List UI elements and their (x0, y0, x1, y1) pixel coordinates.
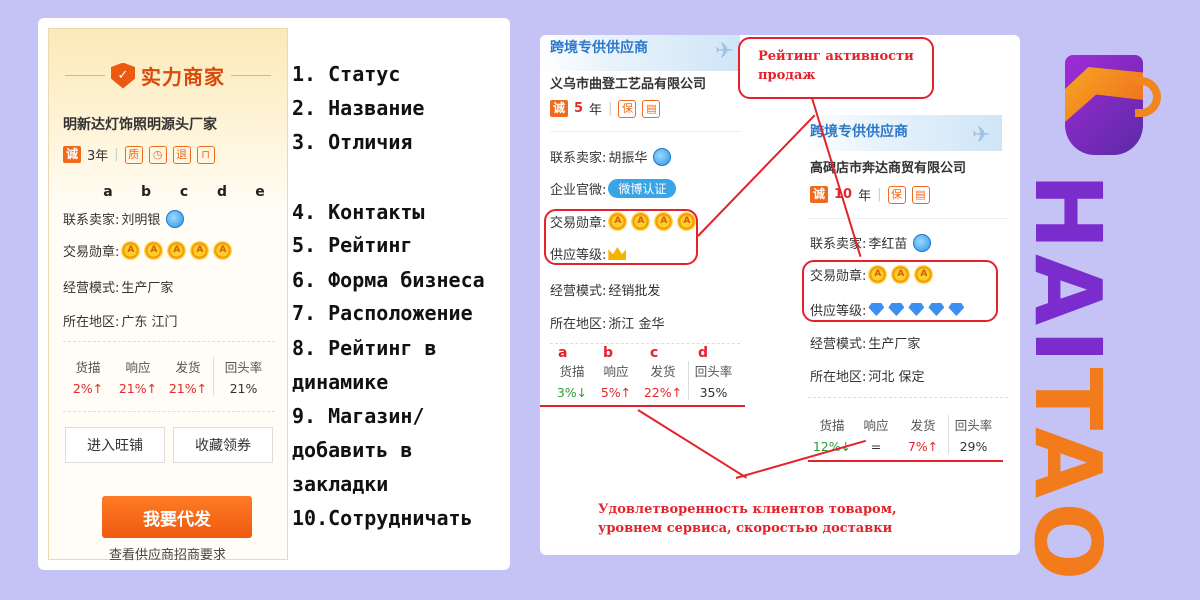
service-stats-b: 货描 3%↓ 响应 5%↑ 发货 22%↑ 回头率 35% (550, 361, 738, 400)
strength-merchant-badge: ✓ 实力商家 (49, 61, 287, 90)
legend-item: 6. Форма бизнеса (292, 268, 485, 292)
dropship-button[interactable]: 我要代发 (102, 496, 252, 538)
shield-cert-icon[interactable]: ⊓ (196, 145, 215, 164)
clock-icon[interactable]: ◷ (148, 145, 167, 164)
region-c: 所在地区: 河北 保定 (810, 370, 925, 385)
certification-row: 诚 3年 | 质 ◷ 退 ⊓ (63, 145, 215, 164)
legend-item: 3. Отличия (292, 130, 413, 154)
wangwang-chat-icon[interactable] (913, 233, 932, 252)
plane-icon: ✈ (715, 39, 734, 64)
legend-item: 4. Контакты (292, 200, 425, 224)
favorite-coupon-button[interactable]: 收藏领券 (173, 427, 273, 463)
enter-shop-button[interactable]: 进入旺铺 (65, 427, 165, 463)
years-label: 3年 (87, 149, 109, 164)
medal-icon: A (190, 241, 210, 260)
shield-icon: ✓ (111, 62, 135, 89)
region: 所在地区: 广东 江门 (63, 315, 178, 330)
company-name[interactable]: 明新达灯饰照明源头厂家 (63, 114, 217, 134)
trade-medals: 交易勋章: A A A A A (63, 241, 234, 260)
contact-seller: 联系卖家: 刘明银 (63, 209, 185, 228)
service-stats: 货描 2%↑ 响应 21%↑ 发货 21%↑ 回头率 21% (63, 357, 273, 396)
guarantee-icon[interactable]: 质 (124, 145, 143, 164)
medal-icon: A (121, 241, 141, 260)
annotation-box-medals-b (544, 209, 698, 265)
supplier-card-main: ✓ 实力商家 明新达灯饰照明源头厂家 诚 3年 | 质 ◷ 退 ⊓ a b c … (48, 28, 288, 563)
medal-icon: A (167, 241, 187, 260)
certification-row-b: 诚 5 年 | 保 ▤ (550, 99, 661, 118)
plane-icon: ✈ (972, 123, 991, 148)
legend-item: закладки (292, 472, 389, 496)
annotation-satisfaction: Удовлетворенность клиентов товаром, уров… (598, 502, 897, 536)
integrity-icon: 诚 (550, 100, 568, 117)
legend-item: 9. Магазин/ (292, 404, 425, 428)
medal-icon: A (144, 241, 164, 260)
cert-letter-labels: a b c d e (103, 184, 265, 200)
business-model-c: 经营模式: 生产厂家 (810, 337, 921, 352)
weibo-verified-badge[interactable]: 微博认证 (608, 179, 677, 198)
legend-item: 8. Рейтинг в (292, 336, 437, 360)
integrity-icon: 诚 (810, 186, 828, 203)
cross-border-header: 跨境专供供应商 (550, 40, 648, 56)
wangwang-chat-icon[interactable] (166, 209, 185, 228)
annotation-sales-activity: Рейтинг активности продаж (758, 49, 914, 83)
annotation-box-medals-c (802, 260, 998, 322)
guarantee-icon[interactable]: 保 (887, 185, 906, 204)
medal-icon: A (213, 241, 233, 260)
return-icon[interactable]: 退 (172, 145, 191, 164)
business-model-b: 经营模式: 经销批发 (550, 284, 661, 299)
supplier-requirements-link[interactable]: 查看供应商招商要求 (109, 544, 226, 563)
left-panel: ✓ 实力商家 明新达灯饰照明源头厂家 诚 3年 | 质 ◷ 退 ⊓ a b c … (38, 18, 510, 570)
legend-item: 5. Рейтинг (292, 233, 413, 257)
legend-item: 10.Сотрудничать (292, 506, 473, 530)
legend-item: 2. Название (292, 96, 425, 120)
right-panel: 跨境专供供应商 ✈ 义乌市曲登工艺品有限公司 诚 5 年 | 保 ▤ 联系卖家:… (540, 35, 1020, 555)
guarantee-icon[interactable]: 保 (618, 99, 637, 118)
contact-seller-c: 联系卖家: 李红苗 (810, 233, 932, 252)
legend-item: 7. Расположение (292, 301, 473, 325)
report-icon[interactable]: ▤ (642, 99, 661, 118)
legend-item: добавить в (292, 438, 413, 462)
official-weibo-b: 企业官微: 微博认证 (550, 179, 677, 198)
contact-seller-b: 联系卖家: 胡振华 (550, 147, 672, 166)
legend-item: динамике (292, 370, 389, 394)
region-b: 所在地区: 浙江 金华 (550, 317, 665, 332)
business-model: 经营模式: 生产厂家 (63, 281, 174, 296)
haitao-logo: HAITAO (1014, 55, 1165, 584)
integrity-icon: 诚 (63, 146, 81, 163)
legend-item: 1. Статус (292, 62, 401, 86)
certification-row-c: 诚 10 年 | 保 ▤ (810, 185, 930, 204)
wangwang-chat-icon[interactable] (653, 147, 672, 166)
logo-wordmark: HAITAO (1014, 173, 1121, 585)
company-name-b[interactable]: 义乌市曲登工艺品有限公司 (550, 73, 706, 92)
report-icon[interactable]: ▤ (911, 185, 930, 204)
